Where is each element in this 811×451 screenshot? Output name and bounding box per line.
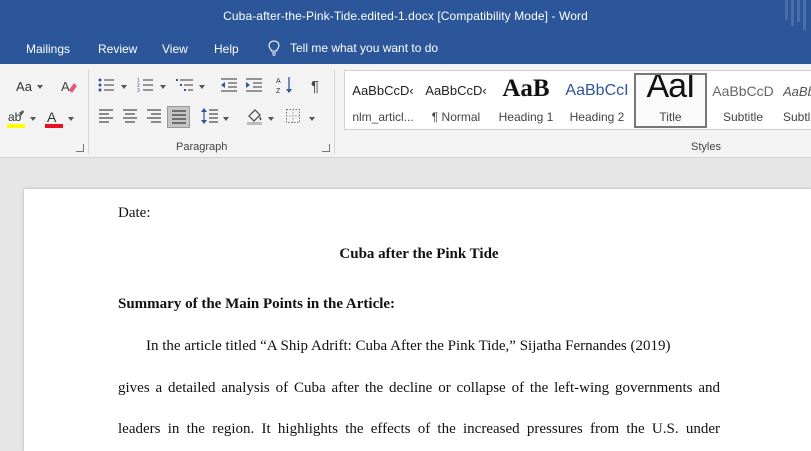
tab-help[interactable]: Help <box>214 42 239 56</box>
ribbon-display-icon[interactable] <box>763 0 811 34</box>
show-formatting-marks-icon[interactable]: ¶ <box>306 76 324 96</box>
style-name: Subtl <box>783 110 811 124</box>
group-separator <box>88 70 89 154</box>
tell-me-search[interactable]: Tell me what you want to do <box>268 40 438 56</box>
style-name: Title <box>659 110 682 124</box>
sort-icon[interactable]: AZ <box>276 75 294 95</box>
svg-text:ab: ab <box>8 110 22 124</box>
style-normal[interactable]: AaBbCcD‹ ¶ Normal <box>421 73 491 128</box>
style-heading-1[interactable]: AaB Heading 1 <box>493 73 559 128</box>
paragraph-dialog-launcher-icon[interactable] <box>322 144 330 152</box>
group-separator <box>334 70 335 154</box>
styles-group-label: Styles <box>691 141 721 153</box>
styles-gallery: AaBbCcD‹ nlm_articl... AaBbCcD‹ ¶ Normal… <box>344 70 811 130</box>
document-page[interactable]: Date: Cuba after the Pink Tide Summary o… <box>24 189 811 451</box>
paragraph-group-label: Paragraph <box>176 141 228 153</box>
section-heading: Summary of the Main Points in the Articl… <box>118 296 396 312</box>
numbering-icon[interactable]: 123 <box>137 77 155 93</box>
svg-text:A: A <box>47 109 57 125</box>
align-right-icon[interactable] <box>146 109 162 123</box>
multilevel-chevron-down-icon[interactable] <box>199 85 205 89</box>
paragraph-line-1: In the article titled “A Ship Adrift: Cu… <box>146 338 671 354</box>
style-name: Heading 1 <box>498 110 554 124</box>
text-highlight-color-icon[interactable]: ab <box>6 108 26 130</box>
justify-icon <box>172 110 186 124</box>
style-name: nlm_articl... <box>352 110 414 124</box>
align-left-icon[interactable] <box>98 109 114 123</box>
style-nlm-article[interactable]: AaBbCcD‹ nlm_articl... <box>347 73 419 128</box>
document-area: Date: Cuba after the Pink Tide Summary o… <box>0 158 811 451</box>
line-spacing-chevron-down-icon[interactable] <box>223 117 229 121</box>
tab-view[interactable]: View <box>162 42 188 56</box>
decrease-indent-icon[interactable] <box>220 77 238 93</box>
lightbulb-icon <box>268 40 280 56</box>
shading-icon[interactable] <box>246 107 264 125</box>
date-label: Date: <box>118 205 151 221</box>
style-sample: AaB <box>502 75 550 102</box>
clear-formatting-icon[interactable]: A <box>60 77 78 95</box>
paragraph-line-3: leaders in the region. It highlights the… <box>118 421 720 437</box>
numbering-chevron-down-icon[interactable] <box>160 85 166 89</box>
bullets-icon[interactable] <box>98 77 116 93</box>
style-name: Subtitle <box>722 110 764 124</box>
font-dialog-launcher-icon[interactable] <box>76 144 84 152</box>
bullets-chevron-down-icon[interactable] <box>121 85 127 89</box>
font-color-icon[interactable]: A <box>44 108 64 130</box>
style-sample: AaI <box>646 73 695 105</box>
paragraph-line-2: gives a detailed analysis of Cuba after … <box>118 380 720 396</box>
change-case-chevron-down-icon[interactable] <box>37 85 43 89</box>
borders-icon[interactable] <box>286 109 300 123</box>
style-sample: AaBbCcD <box>712 83 774 99</box>
svg-text:A: A <box>276 78 281 85</box>
increase-indent-icon[interactable] <box>245 77 263 93</box>
style-name: ¶ Normal <box>431 110 481 124</box>
tell-me-text: Tell me what you want to do <box>290 41 439 55</box>
style-name: Heading 2 <box>569 110 625 124</box>
tab-mailings[interactable]: Mailings <box>26 42 70 56</box>
style-sample: AaBbCcI <box>565 82 629 99</box>
svg-text:A: A <box>61 79 70 94</box>
svg-text:Z: Z <box>276 88 281 95</box>
justify-button[interactable] <box>167 106 190 128</box>
align-center-icon[interactable] <box>122 109 138 123</box>
line-spacing-icon[interactable] <box>201 107 219 125</box>
shading-chevron-down-icon[interactable] <box>268 117 274 121</box>
title-bar: Cuba-after-the-Pink-Tide.edited-1.docx [… <box>0 0 811 34</box>
font-color-chevron-down-icon[interactable] <box>68 117 74 121</box>
window-title: Cuba-after-the-Pink-Tide.edited-1.docx [… <box>223 9 588 23</box>
style-sample: AaBbCcD‹ <box>352 83 414 98</box>
document-title: Cuba after the Pink Tide <box>339 246 499 262</box>
style-sample: AaBbCcD‹ <box>425 83 487 98</box>
highlight-chevron-down-icon[interactable] <box>30 117 36 121</box>
change-case-button[interactable]: Aa <box>14 76 34 96</box>
style-sample: AaBb <box>783 84 811 99</box>
style-heading-2[interactable]: AaBbCcI Heading 2 <box>563 73 631 128</box>
svg-text:3: 3 <box>137 88 140 93</box>
borders-chevron-down-icon[interactable] <box>309 117 315 121</box>
style-subtitle[interactable]: AaBbCcD Subtitle <box>709 73 777 128</box>
style-subtle-emphasis[interactable]: AaBb Subtl <box>779 73 811 128</box>
ribbon-tabs: Mailings Review View Help Tell me what y… <box>0 34 811 64</box>
multilevel-list-icon[interactable] <box>176 77 194 93</box>
style-title[interactable]: AaI Title <box>634 73 707 128</box>
tab-review[interactable]: Review <box>98 42 137 56</box>
